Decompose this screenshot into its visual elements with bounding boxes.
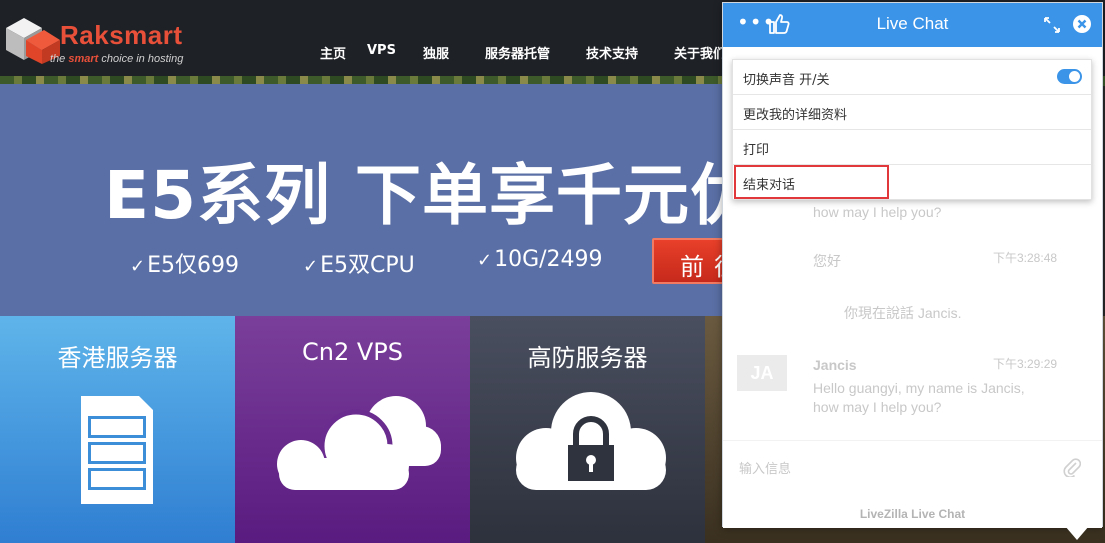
message-input[interactable]: 输入信息: [739, 458, 791, 477]
promo-banner[interactable]: E5系列 下单享千元优惠 ✓E5仅699 ✓E5双CPU ✓10G/2499 前…: [0, 84, 823, 316]
message-time: 下午3:28:48: [993, 251, 1058, 265]
brand-tagline: the smart choice in hosting: [50, 53, 184, 65]
logo[interactable]: Raksmart the smart choice in hosting: [0, 8, 190, 68]
chat-message-line: Hello guangyi, my name is Jancis,: [813, 380, 1025, 396]
nav-vps[interactable]: VPS: [367, 43, 396, 58]
avatar: JA: [737, 355, 787, 391]
brand-name: Raksmart: [60, 20, 183, 50]
cloud-icon: [277, 396, 441, 490]
chat-message-line: how may I help you?: [813, 399, 942, 415]
banner-feature: ✓E5仅699: [130, 253, 239, 278]
tile-title: 高防服务器: [527, 344, 648, 372]
menu-item-edit-details[interactable]: 更改我的详细资料: [733, 95, 1091, 130]
chat-message: how may I help you?: [813, 204, 942, 220]
nav-dedicated[interactable]: 独服: [423, 43, 449, 62]
sound-toggle[interactable]: [1057, 69, 1082, 84]
paperclip-icon[interactable]: [1063, 457, 1081, 477]
message-time: 下午3:29:29: [993, 357, 1058, 371]
server-icon: [81, 396, 153, 504]
chat-message: 您好: [813, 253, 841, 269]
nav-support[interactable]: 技术支持: [586, 43, 638, 62]
cloud-lock-icon: [516, 392, 666, 490]
nav-colocation[interactable]: 服务器托管: [485, 43, 550, 62]
check-icon: ✓: [303, 256, 319, 277]
check-icon: ✓: [130, 256, 146, 277]
message-sender: Jancis: [813, 357, 857, 373]
banner-feature: ✓E5双CPU: [303, 253, 415, 278]
chat-header: ••• Live Chat: [723, 3, 1102, 47]
banner-feature: ✓10G/2499: [477, 247, 603, 272]
chat-footer-brand: LiveZilla Live Chat: [859, 507, 966, 521]
divider: [723, 440, 1102, 441]
banner-title: E5系列 下单享千元优惠: [104, 157, 824, 234]
check-icon: ✓: [477, 250, 493, 271]
menu-item-print[interactable]: 打印: [733, 130, 1091, 165]
expand-icon[interactable]: [1043, 16, 1061, 34]
tile-hongkong-server[interactable]: 香港服务器: [0, 316, 235, 543]
highlight-box: [734, 165, 889, 199]
menu-item-toggle-sound[interactable]: 切换声音 开/关: [733, 60, 1091, 95]
tile-title: Cn2 VPS: [302, 338, 403, 366]
nav-home[interactable]: 主页: [320, 43, 346, 62]
tile-cn2-vps[interactable]: Cn2 VPS: [235, 316, 470, 543]
close-icon[interactable]: [1072, 14, 1092, 34]
tile-ddos-server[interactable]: 高防服务器: [470, 316, 705, 543]
nav-about[interactable]: 关于我们: [674, 43, 726, 62]
tile-title: 香港服务器: [57, 344, 178, 372]
system-message: 你現在說話 Jancis.: [844, 305, 962, 321]
chat-pointer: [1065, 526, 1089, 540]
